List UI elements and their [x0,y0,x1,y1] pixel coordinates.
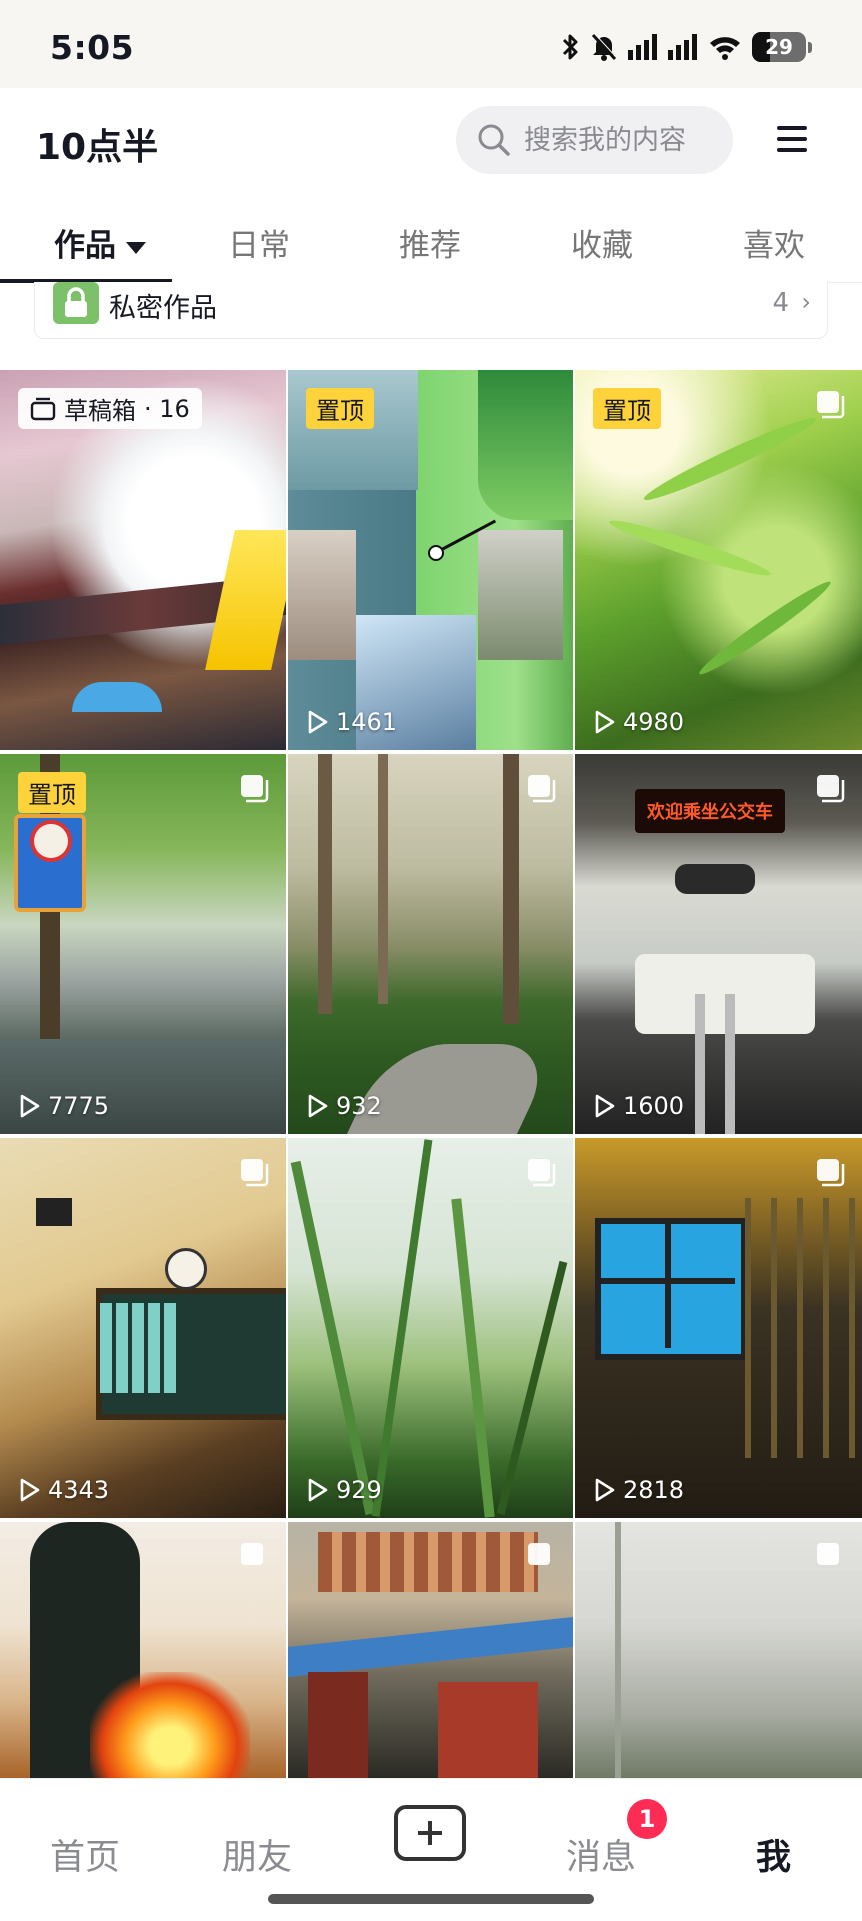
play-icon [595,1478,615,1502]
status-time: 5:05 [50,28,135,67]
lock-icon [53,282,99,324]
home-indicator[interactable] [268,1894,594,1904]
play-count: 929 [304,1476,382,1504]
pinned-tag: 置顶 [18,772,86,813]
create-button[interactable] [394,1805,466,1861]
signal-icon [628,34,657,60]
play-count: 2818 [591,1476,684,1504]
username: 10点半 [36,127,159,168]
private-works-count: 4 [772,288,789,318]
multi-select-icon[interactable] [814,1540,846,1572]
nav-home[interactable]: 首页 [50,1829,120,1880]
signal-icon-2 [668,34,697,60]
play-count: 4343 [16,1476,109,1504]
tab-recommended[interactable]: 推荐 [399,220,461,265]
video-card[interactable]: 欢迎乘坐公交车 1600 [575,754,862,1134]
play-icon [20,1478,40,1502]
pinned-tag: 置顶 [593,388,661,429]
nav-me[interactable]: 我 [756,1829,791,1880]
content-tabs: 作品 日常 推荐 收藏 喜欢 [0,200,862,283]
hamburger-icon[interactable] [776,124,808,154]
multi-select-icon[interactable] [238,1540,270,1572]
nav-messages[interactable]: 消息 [566,1829,636,1880]
play-icon [20,1094,40,1118]
play-icon [308,710,328,734]
play-count: 7775 [16,1092,109,1120]
status-icons: 29 [560,30,812,64]
video-card-draft[interactable]: 草稿箱 · 16 [0,370,286,750]
play-icon [595,710,615,734]
bus-led-sign: 欢迎乘坐公交车 [647,802,773,823]
status-bar: 5:05 29 [0,0,862,88]
profile-header: 10点半 [0,88,862,200]
multi-select-icon[interactable] [814,1156,846,1188]
multi-select-icon[interactable] [814,772,846,804]
battery-icon: 29 [752,32,806,62]
private-works-row[interactable]: 私密作品 4 › [34,282,828,339]
tab-daily[interactable]: 日常 [228,220,290,265]
multi-select-icon[interactable] [238,772,270,804]
video-card[interactable]: 2818 [575,1138,862,1518]
play-icon [595,1094,615,1118]
video-card[interactable]: 置顶 7775 [0,754,286,1134]
battery-level: 29 [765,35,793,59]
play-icon [308,1478,328,1502]
multi-select-icon[interactable] [814,388,846,420]
caret-down-icon [126,241,146,254]
video-card[interactable]: 4343 [0,1138,286,1518]
plus-icon [418,1821,442,1845]
drafts-label: 草稿箱 [64,397,136,425]
video-card[interactable]: 置顶 1461 [288,370,573,750]
pinned-tag: 置顶 [306,388,374,429]
search-input[interactable] [522,123,716,157]
drafts-box-icon [30,397,56,420]
tab-favorites[interactable]: 收藏 [571,220,633,265]
multi-select-icon[interactable] [525,1156,557,1188]
nav-friends[interactable]: 朋友 [222,1829,292,1880]
private-works-label: 私密作品 [109,293,217,324]
play-count: 1600 [591,1092,684,1120]
search-icon [478,124,510,156]
play-icon [308,1094,328,1118]
messages-badge: 1 [627,1799,667,1839]
multi-select-icon[interactable] [238,1156,270,1188]
video-card[interactable]: 置顶 4980 [575,370,862,750]
play-count: 932 [304,1092,382,1120]
tab-likes[interactable]: 喜欢 [743,220,805,265]
multi-select-icon[interactable] [525,1540,557,1572]
video-card[interactable] [0,1522,286,1778]
video-card[interactable]: 932 [288,754,573,1134]
tab-works-label: 作品 [54,228,116,264]
mute-bell-icon [591,33,618,61]
video-card[interactable]: 929 [288,1138,573,1518]
drafts-badge[interactable]: 草稿箱 · 16 [18,388,202,429]
video-card[interactable] [575,1522,862,1778]
play-count: 1461 [304,708,397,736]
bluetooth-icon [562,34,578,60]
play-count: 4980 [591,708,684,736]
wifi-icon [710,37,740,60]
multi-select-icon[interactable] [525,772,557,804]
video-card[interactable] [288,1522,573,1778]
tab-works[interactable]: 作品 [54,220,146,265]
drafts-count: · 16 [144,394,190,423]
search-box[interactable] [456,106,733,174]
chevron-right-icon: › [801,288,811,316]
